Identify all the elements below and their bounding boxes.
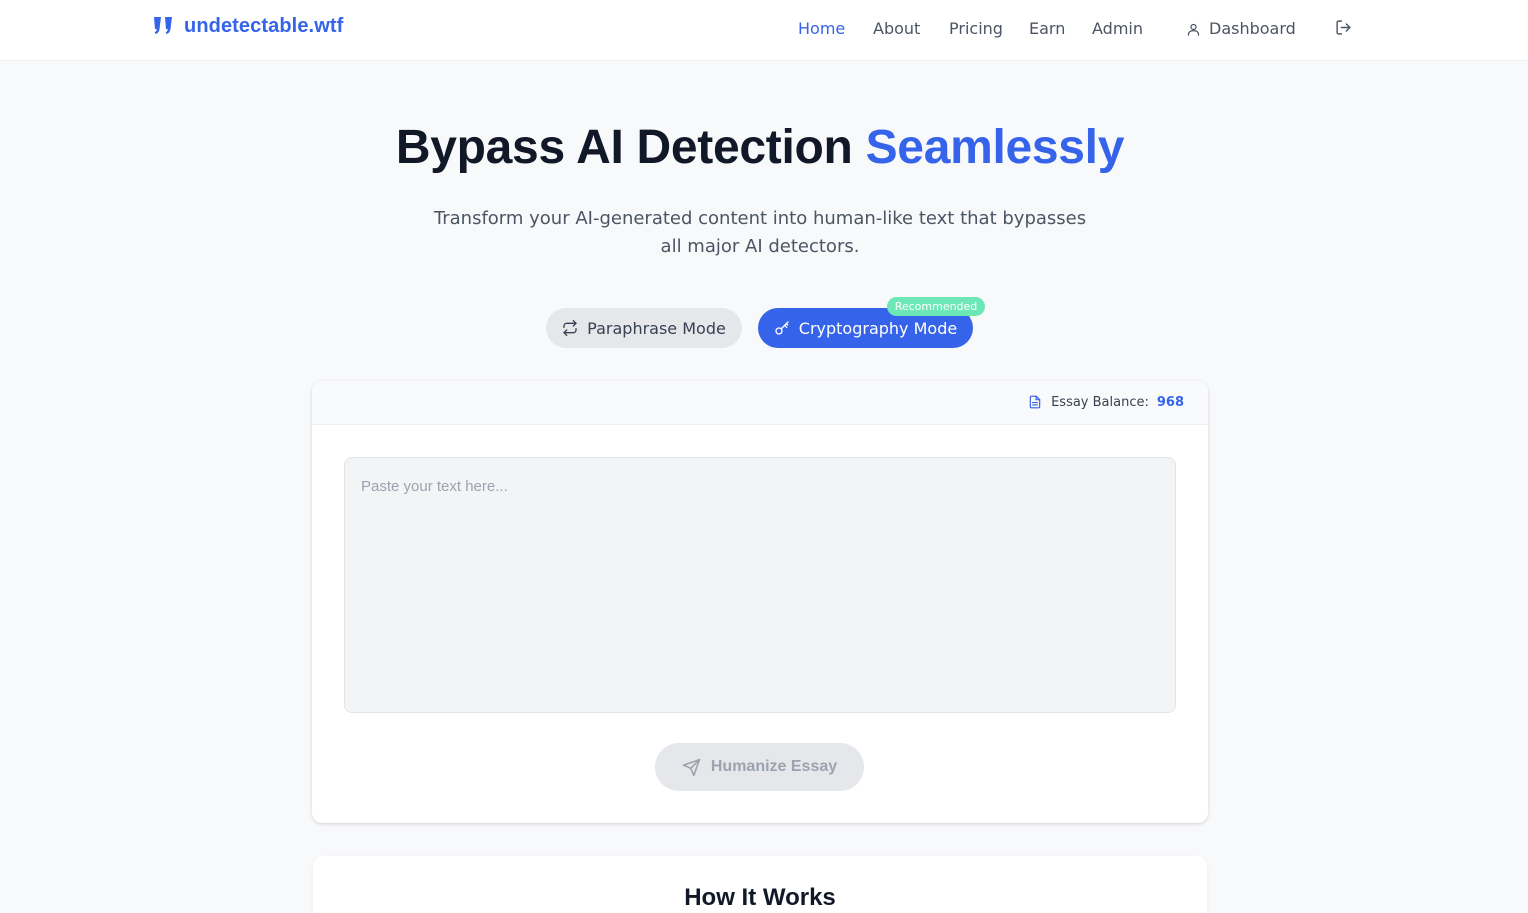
humanize-essay-button[interactable]: Humanize Essay [655, 743, 864, 791]
document-icon [1029, 395, 1041, 409]
page-title: Bypass AI Detection Seamlessly [0, 118, 1520, 178]
essay-input[interactable] [344, 457, 1176, 713]
logout-button[interactable] [1335, 19, 1353, 37]
cryptography-mode-label: Cryptography Mode [798, 318, 958, 338]
essay-balance-value: 968 [1156, 394, 1184, 410]
recommended-badge: Recommended [887, 297, 985, 316]
card-header: Essay Balance: 968 [312, 381, 1208, 425]
nav-dashboard[interactable]: Dashboard [1186, 18, 1296, 40]
page-title-accent: Seamlessly [865, 121, 1125, 174]
nav-about[interactable]: About [873, 18, 920, 40]
logo-icon [154, 16, 172, 34]
nav-dashboard-label: Dashboard [1209, 19, 1296, 38]
humanizer-card: Essay Balance: 968 Humanize Essay [312, 381, 1208, 823]
nav-home[interactable]: Home [798, 18, 845, 40]
user-icon [1187, 23, 1200, 36]
humanize-essay-label: Humanize Essay [710, 758, 838, 775]
logout-icon [1336, 20, 1351, 35]
essay-balance: Essay Balance: 968 [1028, 394, 1184, 410]
page-subtitle: Transform your AI-generated content into… [433, 208, 1087, 257]
how-it-works-title: How It Works [684, 884, 836, 911]
nav-admin[interactable]: Admin [1092, 18, 1143, 40]
send-icon [682, 758, 701, 776]
paraphrase-mode-button[interactable]: Paraphrase Mode [546, 308, 742, 348]
how-it-works-section: How It Works [313, 856, 1207, 913]
nav-earn[interactable]: Earn [1029, 18, 1065, 40]
paraphrase-mode-label: Paraphrase Mode [587, 318, 726, 338]
logo-text: undetectable.wtf [184, 15, 344, 37]
essay-balance-label: Essay Balance: [1051, 394, 1149, 410]
logo-link[interactable]: undetectable.wtf [152, 15, 343, 38]
page-title-main: Bypass AI Detection [395, 121, 853, 174]
top-navbar: undetectable.wtf Home About Pricing Earn… [0, 0, 1528, 61]
key-icon [775, 321, 789, 335]
nav-pricing[interactable]: Pricing [949, 18, 1003, 40]
swap-icon [563, 320, 577, 336]
